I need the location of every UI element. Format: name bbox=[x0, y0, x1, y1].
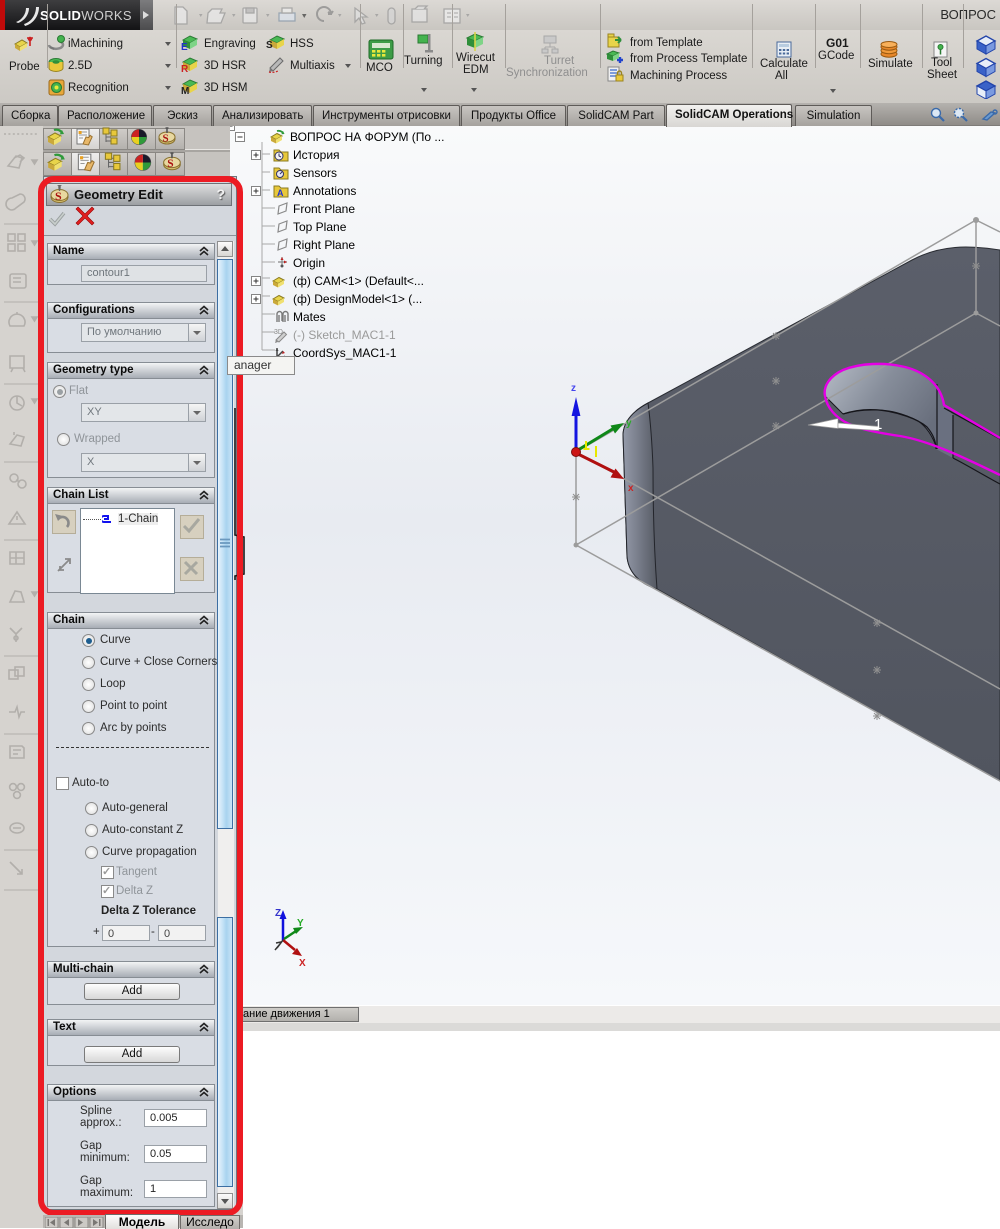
svg-text:Z: Z bbox=[275, 908, 281, 919]
svg-text:X: X bbox=[299, 958, 306, 969]
svg-text:1: 1 bbox=[874, 416, 882, 433]
svg-text:Sensors: Sensors bbox=[293, 166, 337, 180]
svg-text:S: S bbox=[266, 40, 273, 51]
svg-text:Y: Y bbox=[297, 918, 304, 929]
svg-text:M: M bbox=[181, 86, 189, 95]
svg-text:S: S bbox=[55, 189, 62, 203]
svg-text:A: A bbox=[277, 188, 284, 198]
svg-text:E: E bbox=[181, 42, 188, 51]
svg-text:z: z bbox=[571, 383, 576, 394]
svg-text:Right Plane: Right Plane bbox=[293, 238, 355, 252]
svg-text:x: x bbox=[628, 483, 634, 494]
svg-text:Front Plane: Front Plane bbox=[293, 202, 355, 216]
svg-text:Origin: Origin bbox=[293, 256, 325, 270]
svg-text:(ф) CAM<1> (Default<...: (ф) CAM<1> (Default<... bbox=[293, 274, 424, 288]
svg-text:Mates: Mates bbox=[293, 310, 326, 324]
svg-text:(ф) DesignModel<1> (...: (ф) DesignModel<1> (... bbox=[293, 292, 422, 306]
svg-text:ВОПРОС НА ФОРУМ (По ...: ВОПРОС НА ФОРУМ (По ... bbox=[290, 130, 444, 144]
svg-text:S: S bbox=[163, 133, 169, 145]
svg-text:История: История bbox=[293, 148, 340, 162]
svg-text:(-) Sketch_MAC1-1: (-) Sketch_MAC1-1 bbox=[293, 328, 396, 342]
svg-text:Top Plane: Top Plane bbox=[293, 220, 347, 234]
svg-text:CoordSys_MAC1-1: CoordSys_MAC1-1 bbox=[293, 346, 397, 360]
svg-text:R: R bbox=[181, 64, 189, 73]
svg-text:Annotations: Annotations bbox=[293, 184, 356, 198]
svg-text:y: y bbox=[626, 418, 632, 429]
